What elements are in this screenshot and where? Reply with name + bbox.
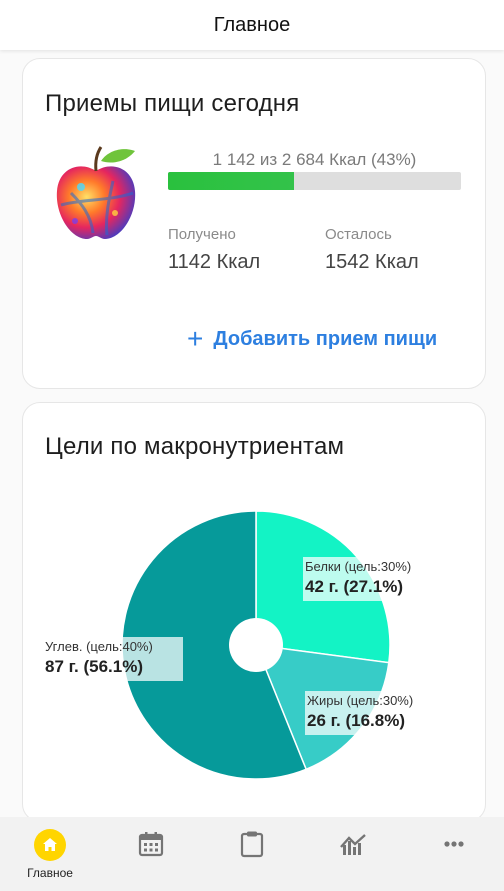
pie-label-name-1: Жиры (цель:30%) (307, 693, 413, 708)
meals-card-title: Приемы пищи сегодня (45, 90, 300, 117)
received-value: 1142 Ккал (168, 251, 261, 273)
home-icon (34, 829, 66, 861)
nav-label-home: Главное (27, 866, 73, 880)
page-title: Главное (213, 13, 291, 36)
calorie-progress-text: 1 142 из 2 684 Ккал (43%) (212, 150, 417, 169)
clipboard-icon (240, 831, 264, 858)
meals-today-card: Приемы пищи сегодня 1 142 из 2 684 Ккал … (22, 58, 486, 389)
calendar-icon (138, 832, 164, 857)
remaining-value: 1542 Ккал (325, 251, 419, 273)
nav-item-clipboard[interactable] (222, 817, 282, 891)
plus-icon: + (187, 323, 204, 354)
more-icon (444, 841, 464, 847)
nav-item-progress[interactable] (323, 817, 383, 891)
macro-pie-chart: Белки (цель:30%) 42 г. (27.1%) Жиры (цель:… (43, 510, 423, 780)
nav-item-calendar[interactable] (121, 817, 181, 891)
macros-goals-card: Цели по макронутриентам Белки (цель:30%)… (22, 402, 486, 822)
calorie-progress-fill (168, 172, 294, 190)
bottom-navigation: Главное (0, 817, 504, 891)
top-app-bar: Главное (0, 0, 504, 50)
remaining-label: Осталось (325, 226, 392, 243)
add-meal-label: Добавить прием пищи (213, 327, 438, 350)
received-label: Получено (168, 226, 236, 243)
calorie-progress-bar (168, 172, 461, 190)
pie-center-hole (229, 618, 283, 672)
apple-illustration (56, 146, 136, 239)
pie-label-name-0: Белки (цель:30%) (305, 559, 411, 574)
chart-icon (340, 834, 366, 855)
pie-label-value-1: 26 г. (16.8%) (307, 711, 405, 730)
nav-item-home[interactable]: Главное (20, 817, 80, 891)
nav-item-more[interactable] (424, 817, 484, 891)
add-meal-button[interactable]: + Добавить прием пищи (187, 325, 437, 353)
pie-label-value-0: 42 г. (27.1%) (305, 577, 403, 596)
pie-label-value-2: 87 г. (56.1%) (45, 657, 143, 676)
pie-label-name-2: Углев. (цель:40%) (45, 639, 153, 654)
